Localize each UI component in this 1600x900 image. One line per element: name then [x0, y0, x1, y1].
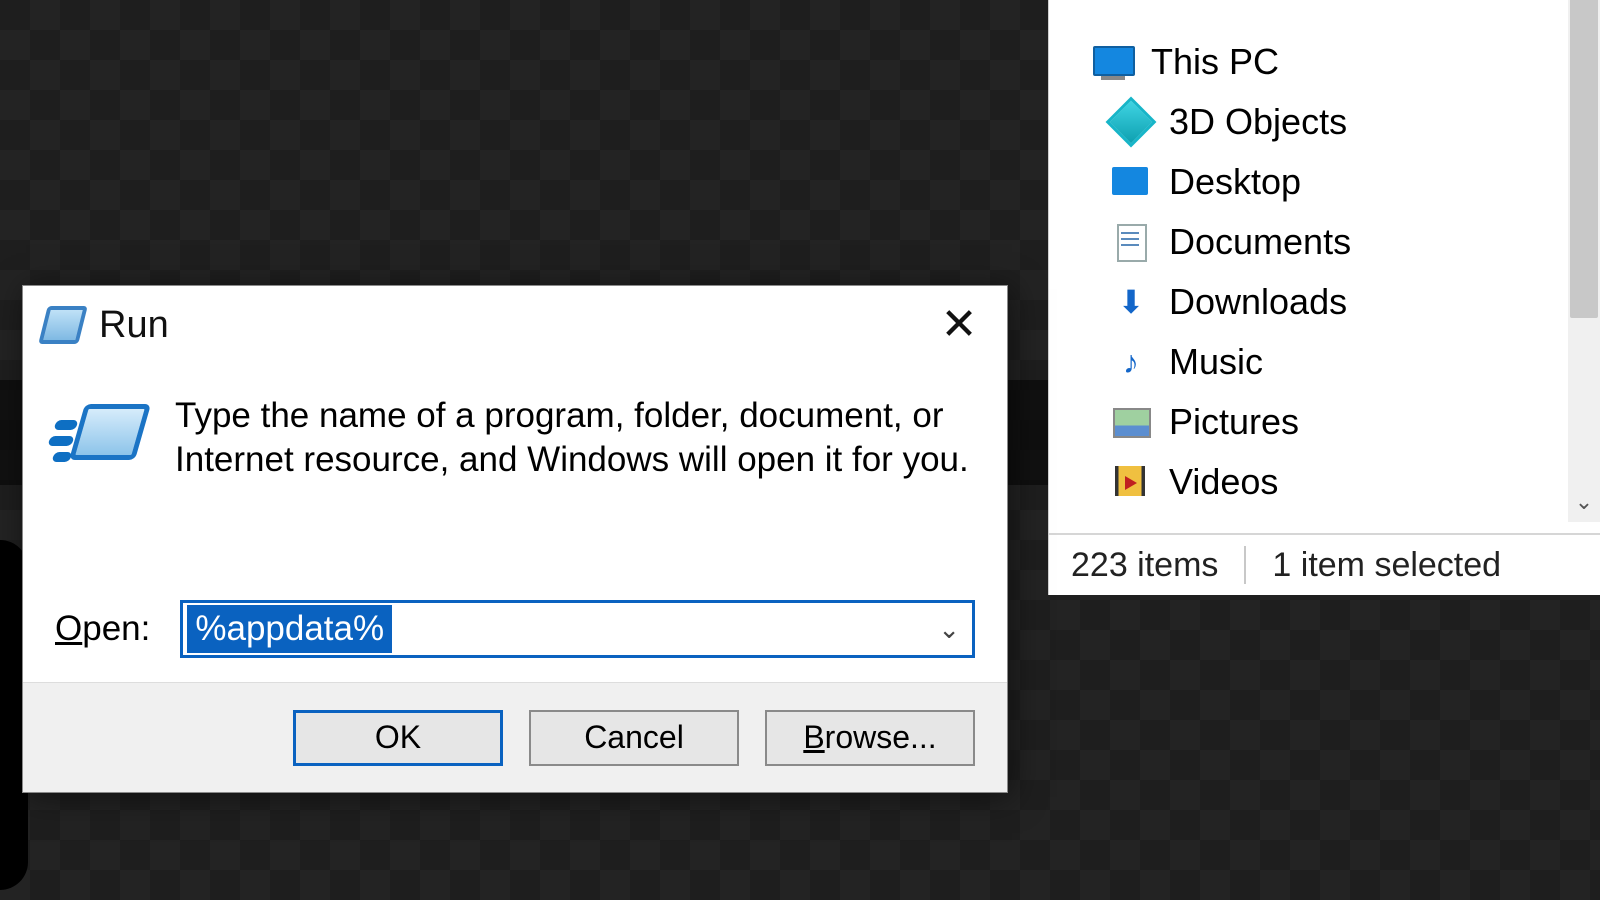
tree-item-3d-objects[interactable]: 3D Objects [1049, 92, 1600, 152]
tree-item-label: Music [1169, 341, 1263, 383]
scrollbar[interactable]: ⌄ [1568, 0, 1600, 522]
open-combobox[interactable]: %appdata% ⌄ [180, 600, 975, 658]
close-button[interactable]: ✕ [929, 295, 989, 355]
computer-icon [1091, 40, 1135, 84]
tree-item-pictures-quickaccess[interactable]: Pictures [1049, 0, 1600, 10]
open-label: Open: [55, 609, 150, 649]
music-note-icon: ♪ [1109, 340, 1153, 384]
open-input-value[interactable]: %appdata% [187, 605, 392, 653]
run-app-icon [43, 306, 83, 344]
cancel-button[interactable]: Cancel [529, 710, 739, 766]
title-bar[interactable]: Run ✕ [23, 286, 1007, 364]
download-arrow-icon: ⬇ [1109, 280, 1153, 324]
chevron-down-icon[interactable]: ⌄ [938, 614, 960, 645]
status-selection: 1 item selected [1272, 546, 1501, 585]
tree-item-videos[interactable]: Videos [1049, 452, 1600, 512]
tree-item-label: Pictures [1169, 401, 1299, 443]
tree-item-documents[interactable]: Documents [1049, 212, 1600, 272]
video-icon [1109, 460, 1153, 504]
document-icon [1109, 220, 1153, 264]
dialog-button-row: OK Cancel Browse... [23, 682, 1007, 792]
ok-button[interactable]: OK [293, 710, 503, 766]
picture-icon [1109, 400, 1153, 444]
run-large-icon [55, 398, 147, 476]
tree-item-label: Documents [1169, 221, 1351, 263]
desktop-icon [1109, 160, 1153, 204]
tree-item-downloads[interactable]: ⬇ Downloads [1049, 272, 1600, 332]
scrollbar-thumb[interactable] [1570, 0, 1598, 318]
cube-icon [1109, 100, 1153, 144]
window-title: Run [99, 304, 169, 347]
run-dialog: Run ✕ Type the name of a program, folder… [22, 285, 1008, 793]
dialog-description: Type the name of a program, folder, docu… [175, 392, 975, 584]
tree-item-label: Videos [1169, 461, 1278, 503]
tree-item-label: 3D Objects [1169, 101, 1347, 143]
explorer-nav-pane: ⌄ Pictures This PC 3D Objects Desktop Do… [1048, 0, 1600, 595]
tree-item-label: This PC [1151, 41, 1279, 83]
status-separator [1244, 546, 1246, 584]
explorer-tree: ⌄ Pictures This PC 3D Objects Desktop Do… [1049, 0, 1600, 533]
tree-item-music[interactable]: ♪ Music [1049, 332, 1600, 392]
tree-item-pictures[interactable]: Pictures [1049, 392, 1600, 452]
tree-item-desktop[interactable]: Desktop [1049, 152, 1600, 212]
tree-item-label: Desktop [1169, 161, 1301, 203]
scroll-down-icon[interactable]: ⌄ [1568, 486, 1600, 518]
tree-item-label: Downloads [1169, 281, 1347, 323]
status-item-count: 223 items [1071, 546, 1218, 585]
browse-button[interactable]: Browse... [765, 710, 975, 766]
status-bar: 223 items 1 item selected [1049, 533, 1600, 595]
tree-item-this-pc[interactable]: This PC [1049, 32, 1600, 92]
